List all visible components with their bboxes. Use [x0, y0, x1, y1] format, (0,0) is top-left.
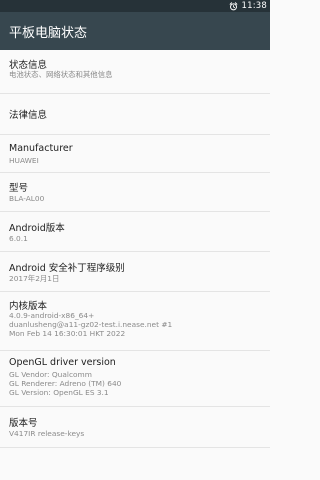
- list-item-subtitle: GL Renderer: Adreno (TM) 640: [9, 379, 122, 388]
- list-item-title: OpenGL driver version: [9, 357, 116, 368]
- status-time: 11:38: [241, 1, 267, 11]
- list-item-title: 版本号: [9, 418, 38, 429]
- list-item-subtitle: GL Version: OpenGL ES 3.1: [9, 388, 109, 397]
- list-item-subtitle: BLA-AL00: [9, 194, 45, 203]
- divider: [0, 447, 270, 448]
- list-item-subtitle: 4.0.9-android-x86_64+: [9, 311, 95, 320]
- page-title: 平板电脑状态: [9, 25, 88, 41]
- alarm-clock-icon: [228, 1, 239, 12]
- list-item-subtitle: 电池状态、网络状态和其他信息: [9, 70, 113, 79]
- list-item-model[interactable]: 型号 BLA-AL00: [0, 173, 270, 212]
- list-item-manufacturer[interactable]: Manufacturer HUAWEI: [0, 135, 270, 172]
- list-item-build-number[interactable]: 版本号 V417IR release-keys: [0, 407, 270, 447]
- list-item-subtitle: Mon Feb 14 16:30:01 HKT 2022: [9, 329, 126, 338]
- list-item-subtitle: duanlusheng@a11-gz02-test.i.nease.net #1: [9, 320, 173, 329]
- list-item-subtitle: GL Vendor: Qualcomm: [9, 370, 92, 379]
- list-item-title: 型号: [9, 183, 29, 194]
- list-item-legal-info[interactable]: 法律信息: [0, 94, 270, 134]
- app-bar: 平板电脑状态: [0, 12, 270, 50]
- list-item-title: 法律信息: [9, 110, 48, 121]
- list-item-title: 内核版本: [9, 301, 48, 312]
- list-item-title: 状态信息: [9, 60, 48, 71]
- list-item-android-version[interactable]: Android版本 6.0.1: [0, 212, 270, 252]
- list-item-opengl-driver[interactable]: OpenGL driver version GL Vendor: Qualcom…: [0, 351, 270, 406]
- list-item-security-patch[interactable]: Android 安全补丁程序级别 2017年2月1日: [0, 252, 270, 292]
- list-item-title: Android版本: [9, 223, 65, 234]
- list-item-kernel-version[interactable]: 内核版本 4.0.9-android-x86_64+ duanlusheng@a…: [0, 292, 270, 350]
- list-item-subtitle: HUAWEI: [9, 156, 39, 165]
- list-item-subtitle: V417IR release-keys: [9, 429, 85, 438]
- list-item-status-info[interactable]: 状态信息 电池状态、网络状态和其他信息: [0, 50, 270, 93]
- list-item-title: Android 安全补丁程序级别: [9, 263, 125, 274]
- list-item-subtitle: 6.0.1: [9, 234, 28, 243]
- list-item-subtitle: 2017年2月1日: [9, 274, 60, 283]
- status-bar: 11:38: [0, 0, 270, 12]
- list-item-title: Manufacturer: [9, 143, 73, 154]
